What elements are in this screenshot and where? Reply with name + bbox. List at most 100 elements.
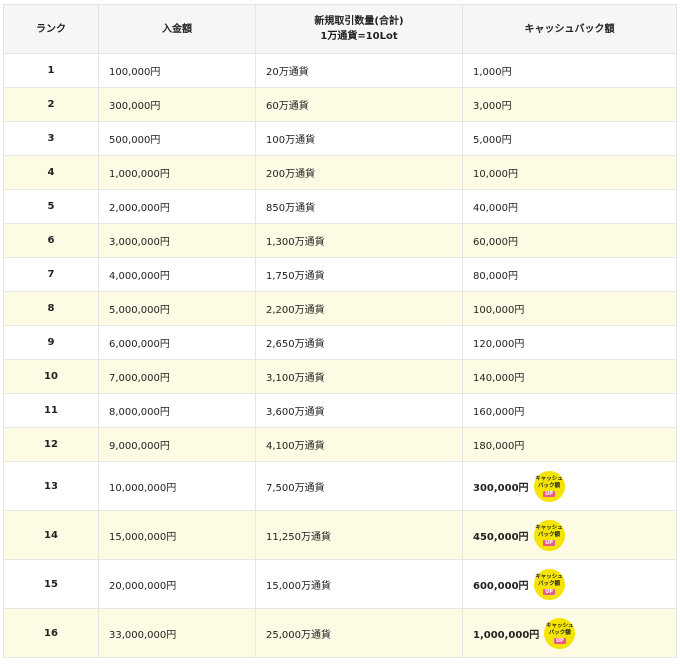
- volume-cell: 4,100万通貨: [255, 427, 463, 462]
- deposit-cell: 3,000,000円: [98, 223, 256, 258]
- rank-cell: 4: [3, 155, 99, 190]
- badge-line1: キャッシュ: [546, 622, 574, 629]
- volume-cell: 15,000万通貨: [255, 559, 463, 609]
- rank-cell: 1: [3, 53, 99, 88]
- cashback-content: 10,000円: [473, 165, 676, 180]
- rank-cell: 9: [3, 325, 99, 360]
- cashback-table-container: ランク 入金額 新規取引数量(合計) 1万通貨=10Lot キャッシュバック額 …: [3, 4, 677, 658]
- rank-cell: 2: [3, 87, 99, 122]
- cashback-content: 80,000円: [473, 267, 676, 282]
- cashback-content: 450,000円 キャッシュ バック額 UP: [473, 519, 676, 551]
- header-cashback: キャッシュバック額: [462, 4, 677, 54]
- cashback-up-badge-icon: キャッシュ バック額 UP: [533, 470, 565, 502]
- volume-cell: 2,650万通貨: [255, 325, 463, 360]
- table-row: 4 1,000,000円 200万通貨 10,000円: [3, 155, 677, 190]
- rank-cell: 13: [3, 461, 99, 511]
- table-row: 16 33,000,000円 25,000万通貨 1,000,000円 キャッシュ バック…: [3, 608, 677, 658]
- badge-up-label: UP: [543, 588, 555, 595]
- cashback-content: 100,000円: [473, 301, 676, 316]
- cashback-content: 300,000円 キャッシュ バック額 UP: [473, 470, 676, 502]
- volume-cell: 3,100万通貨: [255, 359, 463, 394]
- table-row: 12 9,000,000円 4,100万通貨 180,000円: [3, 427, 677, 462]
- rank-cell: 5: [3, 189, 99, 224]
- cashback-cell: 180,000円: [462, 427, 677, 462]
- deposit-cell: 4,000,000円: [98, 257, 256, 292]
- rank-cell: 16: [3, 608, 99, 658]
- cashback-amount: 1,000円: [473, 67, 512, 78]
- table-row: 6 3,000,000円 1,300万通貨 60,000円: [3, 223, 677, 258]
- rank-cell: 15: [3, 559, 99, 609]
- cashback-amount: 300,000円: [473, 482, 529, 494]
- cashback-content: 1,000円: [473, 63, 676, 78]
- header-volume-note: 1万通貨=10Lot: [320, 31, 398, 42]
- cashback-content: 600,000円 キャッシュ バック額 UP: [473, 568, 676, 600]
- cashback-cell: 450,000円 キャッシュ バック額 UP: [462, 510, 677, 560]
- cashback-content: 160,000円: [473, 403, 676, 418]
- deposit-cell: 33,000,000円: [98, 608, 256, 658]
- volume-cell: 200万通貨: [255, 155, 463, 190]
- table-row: 14 15,000,000円 11,250万通貨 450,000円 キャッシュ バック額 U…: [3, 510, 677, 560]
- badge-line2: バック額: [538, 482, 561, 489]
- rank-cell: 14: [3, 510, 99, 560]
- volume-cell: 7,500万通貨: [255, 461, 463, 511]
- deposit-cell: 7,000,000円: [98, 359, 256, 394]
- deposit-cell: 20,000,000円: [98, 559, 256, 609]
- table-header-row: ランク 入金額 新規取引数量(合計) 1万通貨=10Lot キャッシュバック額: [3, 4, 677, 54]
- table-row: 3 500,000円 100万通貨 5,000円: [3, 121, 677, 156]
- cashback-cell: 600,000円 キャッシュ バック額 UP: [462, 559, 677, 609]
- badge-line2: バック額: [538, 580, 561, 587]
- badge-line1: キャッシュ: [535, 573, 563, 580]
- table-body: 1 100,000円 20万通貨 1,000円 2 300,000円 60万通貨 3,000円…: [3, 53, 677, 658]
- cashback-content: 5,000円: [473, 131, 676, 146]
- deposit-cell: 10,000,000円: [98, 461, 256, 511]
- cashback-amount: 120,000円: [473, 339, 525, 350]
- table-row: 9 6,000,000円 2,650万通貨 120,000円: [3, 325, 677, 360]
- cashback-cell: 80,000円: [462, 257, 677, 292]
- deposit-cell: 8,000,000円: [98, 393, 256, 428]
- rank-cell: 8: [3, 291, 99, 326]
- cashback-amount: 60,000円: [473, 237, 518, 248]
- rank-cell: 7: [3, 257, 99, 292]
- cashback-cell: 120,000円: [462, 325, 677, 360]
- cashback-up-badge-icon: キャッシュ バック額 UP: [544, 617, 576, 649]
- cashback-up-badge-icon: キャッシュ バック額 UP: [533, 568, 565, 600]
- volume-cell: 2,200万通貨: [255, 291, 463, 326]
- table-row: 8 5,000,000円 2,200万通貨 100,000円: [3, 291, 677, 326]
- cashback-cell: 60,000円: [462, 223, 677, 258]
- cashback-amount: 140,000円: [473, 373, 525, 384]
- table-row: 13 10,000,000円 7,500万通貨 300,000円 キャッシュ バック額 UP: [3, 461, 677, 511]
- deposit-cell: 100,000円: [98, 53, 256, 88]
- deposit-cell: 6,000,000円: [98, 325, 256, 360]
- badge-up-label: UP: [543, 539, 555, 546]
- cashback-content: 1,000,000円 キャッシュ バック額 UP: [473, 617, 676, 649]
- cashback-cell: 1,000,000円 キャッシュ バック額 UP: [462, 608, 677, 658]
- header-volume-title: 新規取引数量(合計): [314, 16, 404, 27]
- badge-line2: バック額: [538, 531, 561, 538]
- deposit-cell: 2,000,000円: [98, 189, 256, 224]
- badge-line1: キャッシュ: [535, 524, 563, 531]
- cashback-cell: 100,000円: [462, 291, 677, 326]
- deposit-cell: 500,000円: [98, 121, 256, 156]
- cashback-content: 40,000円: [473, 199, 676, 214]
- cashback-cell: 40,000円: [462, 189, 677, 224]
- cashback-content: 120,000円: [473, 335, 676, 350]
- cashback-cell: 10,000円: [462, 155, 677, 190]
- badge-up-label: UP: [553, 637, 566, 644]
- badge-line1: キャッシュ: [535, 475, 563, 482]
- table-row: 1 100,000円 20万通貨 1,000円: [3, 53, 677, 88]
- cashback-cell: 160,000円: [462, 393, 677, 428]
- cashback-up-badge-icon: キャッシュ バック額 UP: [533, 519, 565, 551]
- cashback-cell: 140,000円: [462, 359, 677, 394]
- badge-line2: バック額: [548, 629, 571, 636]
- cashback-amount: 1,000,000円: [473, 629, 540, 641]
- cashback-amount: 3,000円: [473, 101, 512, 112]
- header-deposit: 入金額: [98, 4, 256, 54]
- cashback-cell: 3,000円: [462, 87, 677, 122]
- table-row: 5 2,000,000円 850万通貨 40,000円: [3, 189, 677, 224]
- table-row: 15 20,000,000円 15,000万通貨 600,000円 キャッシュ バック額 U…: [3, 559, 677, 609]
- table-row: 2 300,000円 60万通貨 3,000円: [3, 87, 677, 122]
- volume-cell: 60万通貨: [255, 87, 463, 122]
- cashback-amount: 40,000円: [473, 203, 518, 214]
- cashback-content: 180,000円: [473, 437, 676, 452]
- rank-cell: 12: [3, 427, 99, 462]
